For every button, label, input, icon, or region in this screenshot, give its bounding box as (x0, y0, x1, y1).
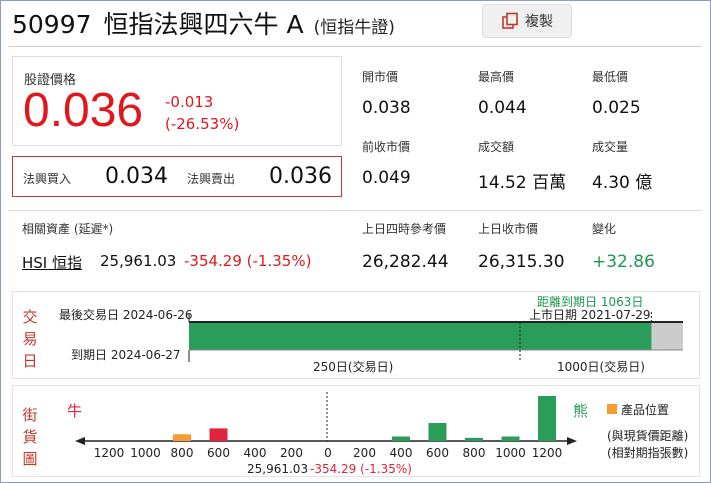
low-value: 0.025 (592, 98, 641, 118)
prev-close-index-value: 26,315.30 (478, 252, 565, 272)
street-tick-label: 600 (426, 446, 449, 460)
street-tick-label: 1000 (495, 446, 526, 460)
related-asset-label: 相關資產 (延遲*) (22, 222, 114, 236)
bear-bar (538, 396, 556, 441)
ask-value: 0.036 (269, 164, 332, 189)
stock-name: 恒指法興四六牛 A (103, 10, 304, 39)
spot-change: -354.29 (-1.35%) (310, 462, 412, 476)
street-tick-label: 1200 (94, 446, 125, 460)
volume-value: 4.30 億 (592, 173, 653, 193)
turnover-label: 成交額 (478, 140, 515, 154)
copy-button[interactable]: 複製 (482, 4, 572, 38)
hsi-value: 25,961.03 (100, 252, 177, 270)
turnover-value: 14.52 百萬 (478, 173, 567, 193)
ref-price-label: 上日四時參考價 (362, 222, 447, 236)
trading-days-panel: 交 易 日 最後交易日 2024-06-26 到期日 2024-06-27 距離… (12, 291, 700, 379)
open-label: 開市價 (362, 70, 399, 84)
title-bar: 50997 恒指法興四六牛 A (恒指牛證) (12, 5, 395, 41)
change-label: 變化 (592, 222, 617, 236)
prev-close-index-label: 上日收市價 (478, 222, 539, 236)
bull-bar (209, 428, 228, 441)
prev-close-label: 前收市價 (362, 140, 411, 154)
ref-price-value: 26,282.44 (362, 252, 449, 272)
divider (8, 210, 702, 211)
axis-left-arrow (75, 437, 85, 445)
street-tick-label: 800 (463, 446, 486, 460)
high-label: 最高價 (478, 70, 515, 84)
copy-icon (502, 12, 518, 29)
low-label: 最低價 (592, 70, 629, 84)
price-change-pct: (-26.53%) (165, 115, 240, 133)
bear-bar (501, 436, 520, 441)
change-value: +32.86 (592, 252, 655, 272)
axis-right-arrow (567, 437, 577, 445)
bid-ask-box: 法興買入 0.034 法興賣出 0.036 (12, 156, 342, 197)
street-tick-label: 0 (324, 446, 332, 460)
street-tick-label: 1200 (532, 446, 563, 460)
volume-label: 成交量 (592, 140, 629, 154)
mark-250-label: 250日(交易日) (313, 360, 394, 374)
street-tick-label: 400 (390, 446, 413, 460)
street-tick-label: 600 (207, 446, 230, 460)
street-tick-label: 200 (353, 446, 376, 460)
price-change: -0.013 (165, 93, 214, 111)
stock-type: (恒指牛證) (313, 18, 395, 38)
elapsed-bar (189, 322, 652, 350)
stock-code: 50997 (12, 10, 92, 39)
bear-bar (465, 437, 483, 441)
street-tick-label: 400 (244, 446, 267, 460)
hsi-link[interactable]: HSI 恒指 (22, 252, 82, 273)
open-value: 0.038 (362, 98, 411, 118)
price-value: 0.036 (23, 84, 144, 137)
street-tick-label: 200 (280, 446, 303, 460)
bear-bar (428, 423, 447, 441)
street-distribution-panel: 街 貨 圖 牛 熊 產品位置 (與現貨價距離) (相對期指張數) 1200 100… (12, 385, 700, 477)
spot-value: 25,961.03 (247, 462, 309, 476)
price-box: 股證價格 0.036 -0.013 (-26.53%) (12, 56, 342, 146)
hsi-change: -354.29 (-1.35%) (184, 252, 312, 270)
copy-label: 複製 (525, 14, 553, 30)
bear-bar (392, 436, 410, 441)
divider (8, 46, 702, 47)
bid-label: 法興買入 (23, 172, 72, 186)
street-tick-label: 800 (171, 446, 194, 460)
high-value: 0.044 (478, 98, 527, 118)
prev-close-value: 0.049 (362, 168, 411, 188)
bull-bar (173, 434, 191, 441)
bid-value: 0.034 (105, 164, 168, 189)
mark-1000-label: 1000日(交易日) (557, 360, 645, 374)
street-tick-label: 1000 (130, 446, 161, 460)
ask-label: 法興賣出 (187, 172, 236, 186)
